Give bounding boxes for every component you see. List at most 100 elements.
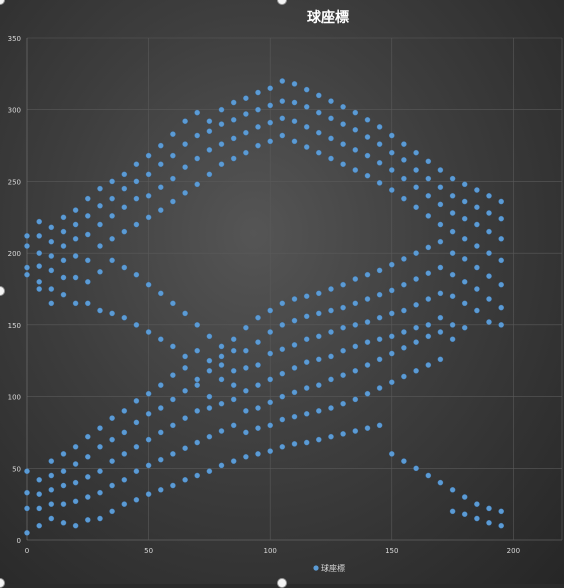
scatter-point bbox=[182, 365, 188, 371]
scatter-point bbox=[170, 300, 176, 307]
scatter-point bbox=[340, 400, 346, 407]
scatter-point bbox=[48, 472, 55, 479]
scatter-point bbox=[267, 399, 273, 406]
scatter-point bbox=[401, 329, 407, 335]
scatter-point bbox=[316, 436, 322, 443]
scatter-point bbox=[291, 138, 298, 145]
scatter-point bbox=[486, 296, 492, 302]
x-tick-label: 50 bbox=[144, 547, 153, 555]
scatter-point bbox=[279, 300, 286, 307]
scatter-point bbox=[85, 213, 91, 219]
resize-handle-bottom-left[interactable] bbox=[0, 578, 5, 588]
scatter-point bbox=[449, 193, 456, 199]
scatter-point bbox=[425, 296, 432, 302]
scatter-point bbox=[303, 313, 310, 320]
scatter-point bbox=[170, 422, 176, 429]
scatter-point bbox=[255, 106, 261, 113]
scatter-point bbox=[389, 333, 395, 340]
scatter-point bbox=[267, 376, 273, 383]
scatter-point bbox=[218, 121, 225, 127]
scatter-point bbox=[486, 228, 492, 235]
scatter-point bbox=[401, 195, 407, 202]
scatter-point bbox=[230, 396, 237, 403]
scatter-point bbox=[109, 415, 115, 421]
scatter-point bbox=[230, 117, 237, 123]
scatter-point bbox=[170, 198, 176, 205]
scatter-point bbox=[170, 482, 176, 489]
gridlines bbox=[26, 37, 563, 541]
scatter-point bbox=[218, 106, 225, 113]
scatter-point bbox=[425, 472, 432, 479]
scatter-point bbox=[401, 175, 407, 182]
scatter-point bbox=[243, 149, 249, 156]
scatter-point bbox=[218, 161, 225, 167]
scatter-point bbox=[255, 362, 261, 368]
scatter-point bbox=[194, 408, 200, 414]
scatter-point bbox=[461, 215, 468, 222]
scatter-point bbox=[182, 141, 188, 147]
scatter-point bbox=[425, 158, 432, 165]
scatter-point bbox=[291, 365, 298, 371]
scatter-point bbox=[352, 343, 359, 350]
scatter-point bbox=[109, 508, 115, 515]
scatter-point bbox=[437, 290, 444, 297]
scatter-point bbox=[303, 439, 310, 446]
scatter-point bbox=[401, 345, 407, 351]
resize-handle-bottom[interactable] bbox=[277, 578, 287, 588]
scatter-point bbox=[461, 181, 468, 188]
scatter-point bbox=[401, 256, 407, 262]
tick-labels: 0 50 100 150 200 250 300 350 0 50 100 150 200 bbox=[8, 35, 520, 555]
scatter-point bbox=[255, 425, 261, 431]
scatter-point bbox=[182, 118, 188, 124]
scatter-point bbox=[437, 167, 444, 173]
scatter-point bbox=[474, 264, 480, 271]
scatter-point bbox=[413, 149, 419, 156]
scatter-point bbox=[389, 149, 395, 156]
scatter-point bbox=[48, 300, 55, 307]
scatter-point bbox=[255, 124, 261, 130]
scatter-point bbox=[376, 314, 383, 321]
scatter-point bbox=[291, 441, 298, 447]
scatter-point bbox=[97, 203, 103, 209]
scatter-point bbox=[267, 307, 273, 314]
scatter-point bbox=[425, 193, 432, 199]
scatter-point bbox=[182, 190, 188, 196]
scatter-point bbox=[230, 422, 237, 429]
scatter-point bbox=[316, 356, 322, 363]
scatter-point bbox=[48, 267, 55, 274]
scatter-point bbox=[133, 468, 140, 474]
scatter-point bbox=[85, 279, 91, 285]
scatter-point bbox=[316, 92, 322, 99]
scatter-point bbox=[401, 307, 407, 314]
scatter-point bbox=[437, 201, 444, 208]
scatter-point bbox=[303, 359, 310, 365]
scatter-point bbox=[218, 428, 225, 434]
scatter-point bbox=[328, 329, 334, 335]
scatter-point bbox=[437, 479, 444, 486]
scatter-point bbox=[36, 233, 42, 239]
scatter-point bbox=[437, 238, 444, 245]
scatter-point bbox=[36, 279, 42, 285]
scatter-point bbox=[109, 482, 115, 489]
scatter-point bbox=[401, 281, 407, 288]
scatter-point bbox=[461, 279, 468, 285]
scatter-point bbox=[328, 376, 334, 383]
scatter-point bbox=[182, 310, 188, 317]
scatter-point bbox=[121, 477, 128, 483]
scatter-point bbox=[352, 276, 359, 282]
scatter-point bbox=[72, 274, 79, 281]
x-tick-label: 100 bbox=[263, 547, 276, 555]
scatter-point bbox=[449, 228, 456, 235]
scatter-point bbox=[413, 184, 419, 190]
scatter-point bbox=[364, 152, 371, 159]
scatter-point bbox=[109, 195, 115, 202]
scatter-chart: 0 50 100 150 200 250 300 350 0 50 100 150 200 球座標 球座… bbox=[8, 9, 563, 573]
scatter-point bbox=[376, 180, 383, 186]
scatter-point bbox=[352, 300, 359, 307]
scatter-point bbox=[158, 405, 164, 411]
scatter-point bbox=[170, 451, 176, 457]
scatter-point bbox=[60, 501, 67, 507]
scatter-point bbox=[24, 271, 30, 278]
scatter-point bbox=[170, 343, 176, 350]
scatter-point bbox=[364, 172, 371, 179]
